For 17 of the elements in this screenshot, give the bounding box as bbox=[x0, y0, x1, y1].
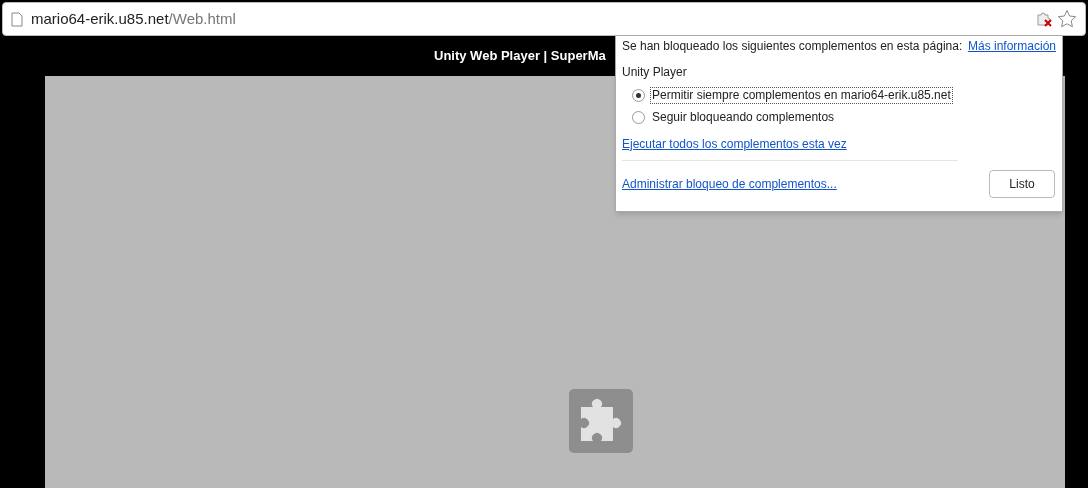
plugin-name: Unity Player bbox=[622, 65, 688, 80]
puzzle-icon bbox=[569, 389, 633, 453]
blocked-message: Se han bloqueado los siguientes complementos en esta página: bbox=[622, 39, 963, 54]
radio-label[interactable]: Permitir siempre complementos en mario64-erik.u85.net bbox=[650, 87, 953, 104]
radio-button[interactable] bbox=[632, 111, 645, 124]
manage-blocking-link[interactable]: Administrar bloqueo de complementos... bbox=[622, 176, 837, 192]
page-icon bbox=[11, 11, 23, 27]
radio-button[interactable] bbox=[632, 89, 645, 102]
address-bar[interactable]: mario64-erik.u85.net/Web.html bbox=[2, 2, 1086, 36]
star-icon[interactable] bbox=[1057, 9, 1077, 29]
radio-label[interactable]: Seguir bloqueando complementos bbox=[650, 110, 837, 125]
blocked-plugin-icon[interactable] bbox=[1035, 10, 1053, 28]
page-title: Unity Web Player | SuperMa bbox=[434, 47, 606, 66]
more-info-link[interactable]: Más información bbox=[967, 39, 1056, 54]
done-button[interactable]: Listo bbox=[989, 170, 1055, 198]
url-text: mario64-erik.u85.net/Web.html bbox=[31, 8, 236, 29]
run-all-link[interactable]: Ejecutar todos los complementos esta vez bbox=[622, 137, 1056, 152]
